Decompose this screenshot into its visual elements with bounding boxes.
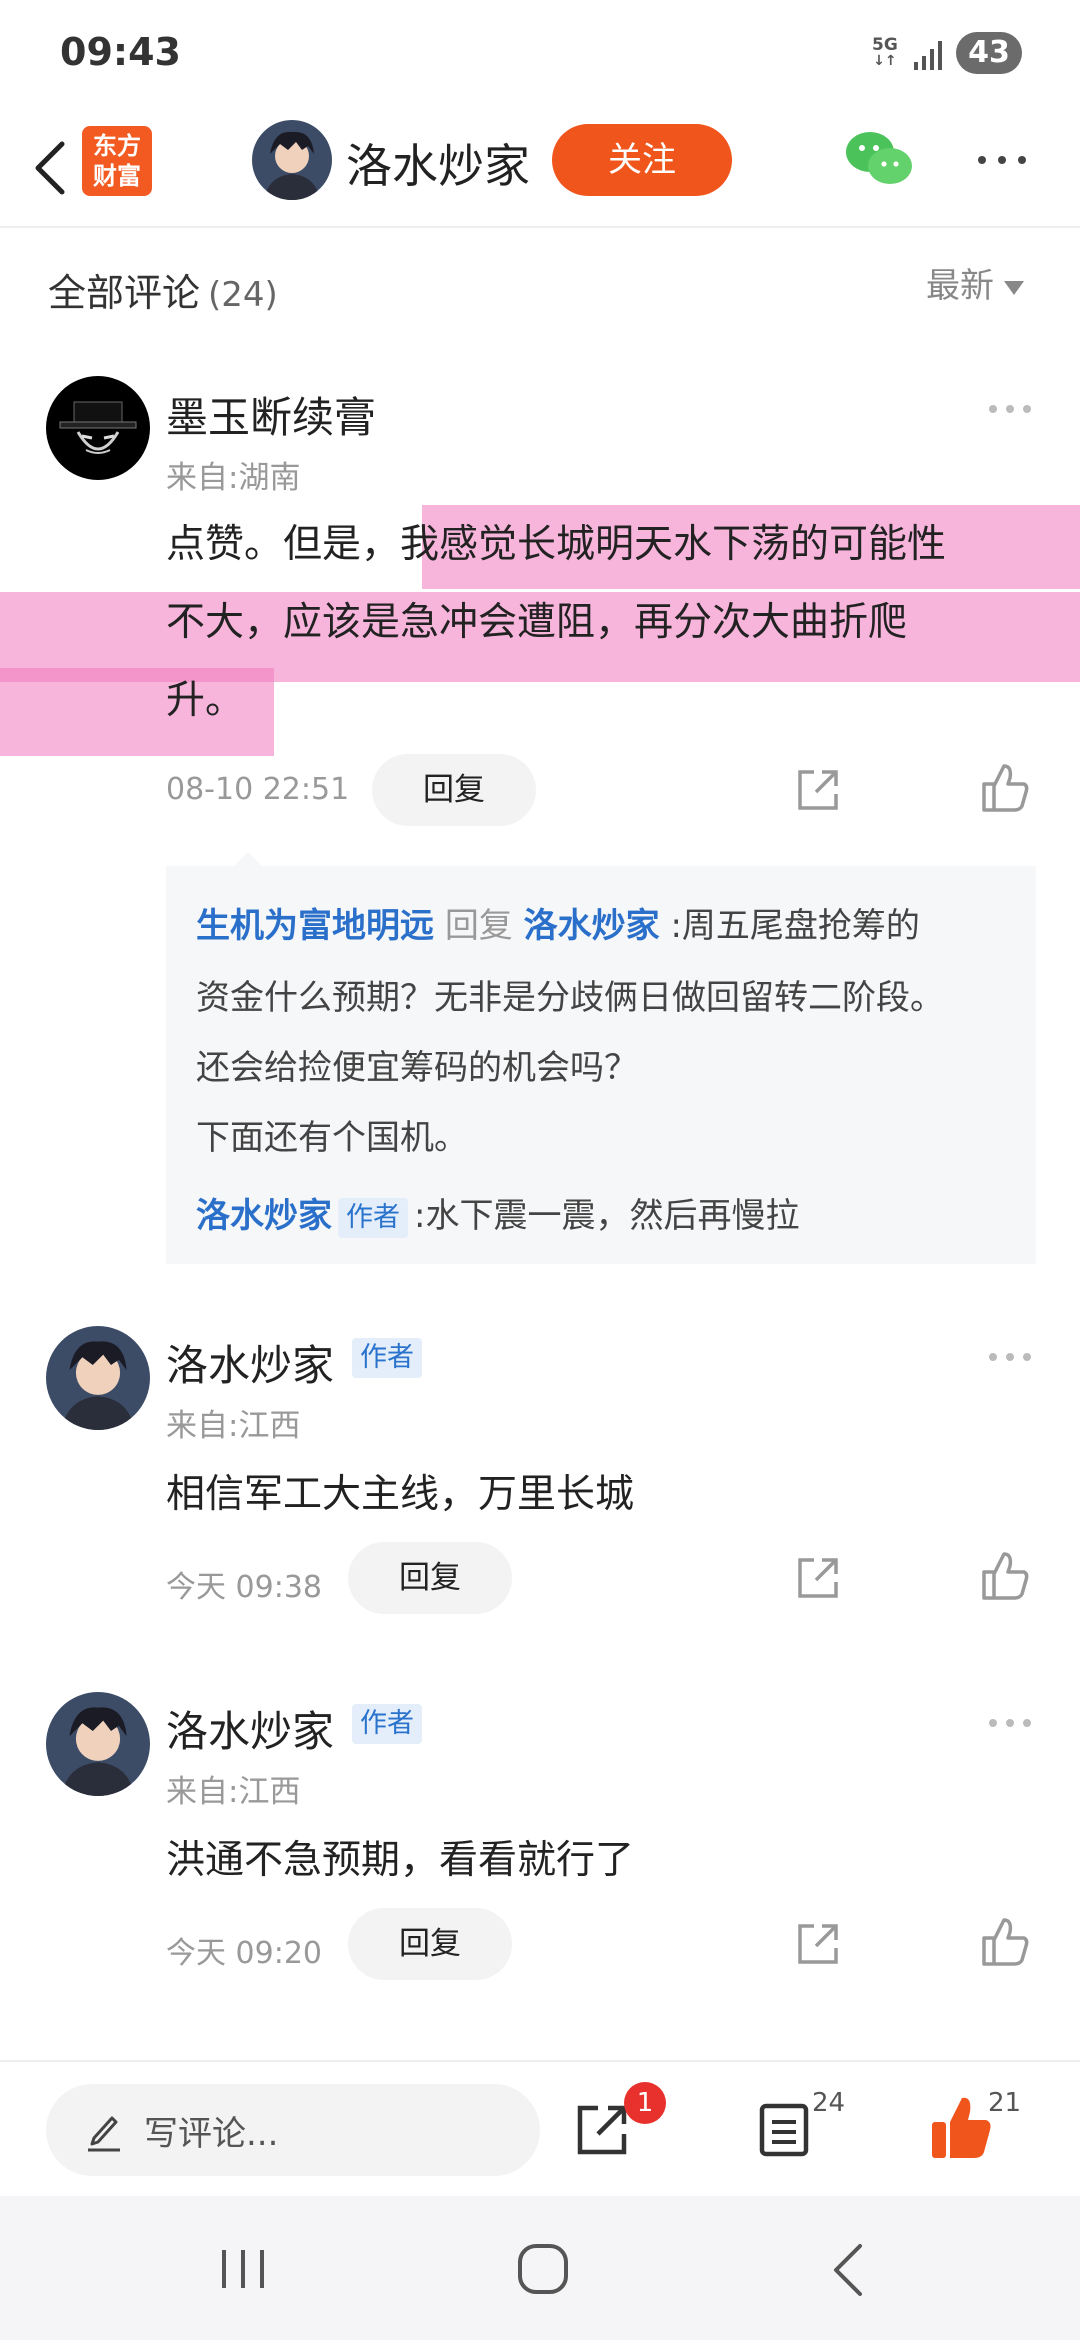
share-count-badge: 1	[624, 2082, 666, 2124]
status-bar: 09:43 5G ↓↑ 43	[0, 0, 1080, 110]
comment-time: 今天 09:20	[166, 1936, 322, 1971]
reply-line: 洛水炒家 作者:水下震一震，然后再慢拉	[196, 1188, 799, 1238]
comment-author-name[interactable]: 墨玉断续膏	[166, 384, 376, 445]
author-reply-text: :水下震一震，然后再慢拉	[414, 1196, 800, 1236]
comment-text-selected: 我感觉长城明天水下荡的可能性	[400, 522, 947, 567]
top-header: 东方 财富 洛水炒家 关注	[0, 110, 1080, 228]
app-logo-line2: 财富	[93, 162, 141, 190]
more-icon[interactable]	[972, 140, 1032, 180]
share-icon[interactable]	[790, 1916, 846, 1972]
app-logo-line1: 东方	[93, 132, 141, 160]
like-count-label: 21	[988, 2088, 1022, 2118]
like-icon[interactable]	[976, 1914, 1032, 1970]
reply-button[interactable]: 回复	[348, 1908, 512, 1980]
avatar-anime-icon	[252, 120, 332, 200]
comment-author-name[interactable]: 洛水炒家	[166, 1332, 334, 1393]
avatar-anime-icon	[46, 1692, 150, 1796]
battery-indicator: 43	[956, 32, 1022, 74]
author-badge: 作者	[338, 1197, 408, 1238]
like-icon[interactable]	[976, 1548, 1032, 1604]
comment-text[interactable]: 相信军工大主线，万里长城	[166, 1456, 1046, 1534]
comment-count-label: 24	[812, 2088, 846, 2118]
signal-icon	[914, 41, 942, 70]
reply-word: 回复	[444, 906, 513, 946]
home-icon[interactable]	[516, 2242, 570, 2296]
share-icon[interactable]	[790, 762, 846, 818]
comment-time: 今天 09:38	[166, 1570, 322, 1605]
share-icon[interactable]	[790, 1550, 846, 1606]
all-comments-label: 全部评论	[48, 271, 201, 315]
follow-button[interactable]: 关注	[552, 124, 732, 196]
sort-label: 最新	[926, 266, 994, 306]
nav-back-icon[interactable]	[824, 2240, 874, 2300]
comment-location: 来自:湖南	[166, 460, 301, 496]
comment-more-icon[interactable]	[986, 1350, 1034, 1364]
comment-text-selected: 不大，应该是急冲会遭阻，再分次大曲折爬	[166, 600, 908, 645]
comment-location: 来自:江西	[166, 1774, 301, 1810]
reply-line: 还会给捡便宜筹码的机会吗？	[196, 1048, 638, 1088]
write-comment-input[interactable]: 写评论...	[46, 2084, 540, 2176]
comment-avatar[interactable]	[46, 376, 150, 480]
status-time: 09:43	[60, 30, 181, 74]
author-badge: 作者	[352, 1338, 422, 1378]
network-label: 5G	[872, 35, 898, 55]
sort-dropdown[interactable]: 最新	[926, 258, 1024, 307]
write-comment-placeholder: 写评论...	[144, 2114, 279, 2154]
comment-text-selected: 升。	[166, 678, 245, 723]
back-icon[interactable]	[22, 130, 82, 206]
author-badge: 作者	[352, 1704, 422, 1744]
comment-avatar[interactable]	[46, 1326, 150, 1430]
data-arrows-icon: ↓↑	[873, 53, 897, 69]
author-reply-name[interactable]: 洛水炒家	[196, 1196, 332, 1236]
comment-time: 08-10 22:51	[166, 772, 350, 807]
all-comments-title: 全部评论 (24)	[48, 262, 278, 317]
thumb-up-icon[interactable]	[928, 2092, 994, 2162]
comment-avatar[interactable]	[46, 1692, 150, 1796]
header-user-name[interactable]: 洛水炒家	[346, 130, 530, 196]
header-avatar[interactable]	[252, 120, 332, 200]
pen-icon	[88, 2116, 120, 2152]
reply-line: 生机为富地明远 回复 洛水炒家 :周五尾盘抢筹的	[196, 898, 920, 947]
comment-more-icon[interactable]	[986, 402, 1034, 416]
like-icon[interactable]	[976, 760, 1032, 816]
wechat-icon[interactable]	[842, 126, 914, 192]
caret-down-icon	[1004, 280, 1024, 295]
comment-text[interactable]: 洪通不急预期，看看就行了	[166, 1822, 1046, 1900]
comment-location: 来自:江西	[166, 1408, 301, 1444]
comment-text[interactable]: 点赞。但是，我感觉长城明天水下荡的可能性 不大，应该是急冲会遭阻，再分次大曲折爬…	[166, 506, 1046, 740]
reply-text: :周五尾盘抢筹的	[670, 906, 920, 946]
masked-hat-avatar-icon	[46, 376, 150, 480]
comment-count: (24)	[208, 275, 278, 315]
reply-from-name[interactable]: 生机为富地明远	[196, 906, 434, 946]
recent-apps-icon[interactable]	[218, 2246, 268, 2292]
reply-line: 下面还有个国机。	[196, 1118, 468, 1158]
reply-button[interactable]: 回复	[372, 754, 536, 826]
bottom-action-bar: 写评论... 1 24 21	[0, 2060, 1080, 2196]
network-indicator: 5G ↓↑	[872, 36, 898, 68]
reply-line: 资金什么预期？无非是分歧俩日做回留转二阶段。	[196, 978, 944, 1018]
comment-text-plain: 点赞。但是，	[166, 522, 401, 567]
app-logo[interactable]: 东方 财富	[82, 126, 152, 196]
list-icon[interactable]	[756, 2100, 812, 2160]
comment-more-icon[interactable]	[986, 1716, 1034, 1730]
reply-button[interactable]: 回复	[348, 1542, 512, 1614]
share-icon[interactable]	[572, 2100, 632, 2160]
comment-author-name[interactable]: 洛水炒家	[166, 1698, 334, 1759]
system-nav-bar	[0, 2196, 1080, 2340]
reply-to-name[interactable]: 洛水炒家	[524, 906, 660, 946]
avatar-anime-icon	[46, 1326, 150, 1430]
